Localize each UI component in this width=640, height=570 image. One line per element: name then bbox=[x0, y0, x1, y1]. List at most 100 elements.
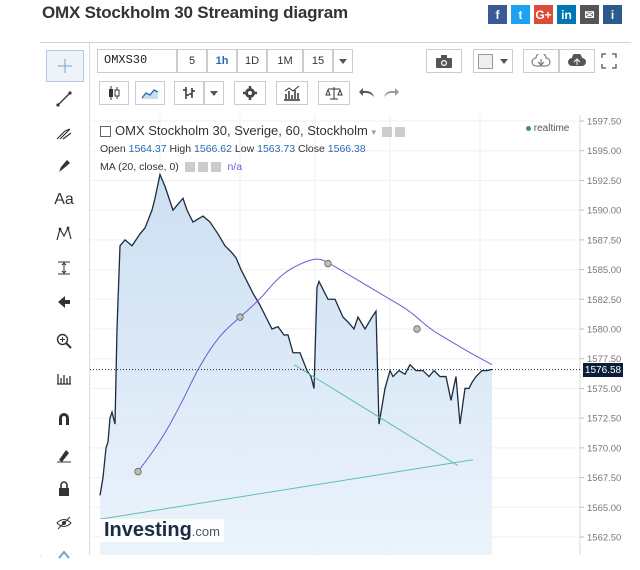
undo-icon bbox=[359, 88, 374, 97]
open-value: 1564.37 bbox=[128, 143, 167, 155]
ma-remove-icon[interactable] bbox=[197, 162, 208, 173]
zoom-in-icon[interactable] bbox=[46, 326, 82, 356]
realtime-dot-icon bbox=[526, 125, 531, 131]
snapshot-button[interactable] bbox=[426, 49, 462, 73]
low-value: 1563.73 bbox=[257, 143, 296, 155]
social-share-bar: f t G+ in ✉ i bbox=[488, 5, 622, 24]
color-picker-button[interactable] bbox=[473, 49, 513, 73]
measure-tool-icon[interactable] bbox=[46, 253, 82, 283]
indicators-icon bbox=[284, 85, 300, 101]
text-tool-icon[interactable]: Aa bbox=[46, 185, 82, 215]
realtime-indicator: realtime bbox=[526, 123, 569, 134]
price-tick-label: 1595.00 bbox=[587, 146, 621, 157]
price-tick-label: 1567.50 bbox=[587, 473, 621, 484]
fullscreen-icon bbox=[601, 53, 617, 69]
chevron-down-icon bbox=[210, 90, 218, 96]
ma-settings-icon[interactable] bbox=[184, 162, 195, 173]
price-tick-label: 1575.00 bbox=[587, 384, 621, 395]
interval-button-1d[interactable]: 1D bbox=[237, 49, 267, 73]
gear-icon bbox=[243, 86, 257, 100]
fullscreen-button[interactable] bbox=[595, 49, 623, 73]
brush-tool-icon[interactable] bbox=[46, 151, 82, 181]
linkedin-icon[interactable]: in bbox=[557, 5, 576, 24]
redo-button[interactable] bbox=[380, 81, 402, 105]
close-label: Close bbox=[298, 143, 325, 155]
price-chart[interactable]: 1597.50 1595.00 1592.50 1590.00 1587.50 1585.… bbox=[90, 115, 630, 555]
price-area-fill bbox=[100, 174, 492, 555]
measure-ruler-icon[interactable] bbox=[46, 363, 82, 393]
info-icon[interactable]: i bbox=[603, 5, 622, 24]
interval-dropdown-button[interactable] bbox=[333, 49, 353, 73]
google-plus-icon[interactable]: G+ bbox=[534, 5, 553, 24]
last-price-tag: 1576.58 bbox=[583, 363, 623, 377]
indicators-button[interactable] bbox=[276, 81, 308, 105]
high-label: High bbox=[169, 143, 192, 155]
ohlc-bars-icon bbox=[183, 87, 195, 99]
brand-name: Investing bbox=[104, 519, 192, 541]
stay-in-drawing-icon[interactable] bbox=[46, 440, 82, 470]
low-label: Low bbox=[234, 143, 255, 155]
chevron-down-icon bbox=[500, 58, 509, 64]
chart-style-dropdown[interactable] bbox=[204, 81, 224, 105]
email-icon[interactable]: ✉ bbox=[580, 5, 599, 24]
interval-button-1h[interactable]: 1h bbox=[207, 49, 237, 73]
legend-settings-icon[interactable] bbox=[381, 126, 392, 137]
redo-icon bbox=[384, 88, 399, 97]
settings-button[interactable] bbox=[234, 81, 266, 105]
price-tick-label: 1580.00 bbox=[587, 325, 621, 336]
high-value: 1566.62 bbox=[194, 143, 232, 155]
drawing-toolbar: Aa bbox=[40, 43, 90, 559]
lock-icon[interactable] bbox=[46, 474, 82, 504]
price-tick-label: 1572.50 bbox=[587, 414, 621, 425]
price-tick-label: 1562.50 bbox=[587, 533, 621, 544]
legend-remove-icon[interactable] bbox=[395, 126, 406, 137]
ma-label: MA (20, close, 0) bbox=[100, 161, 179, 173]
pattern-tool-icon[interactable] bbox=[46, 219, 82, 249]
undo-button[interactable] bbox=[354, 81, 380, 105]
legend-symbol-title: OMX Stockholm 30, Sverige, 60, Stockholm bbox=[115, 123, 368, 138]
twitter-icon[interactable]: t bbox=[511, 5, 530, 24]
interval-button-15[interactable]: 15 bbox=[303, 49, 333, 73]
symbol-input[interactable]: OMXS30 bbox=[97, 49, 177, 73]
magnet-icon[interactable] bbox=[46, 404, 82, 434]
crosshair-tool-icon[interactable] bbox=[46, 50, 84, 82]
arrow-left-icon[interactable] bbox=[46, 287, 82, 317]
area-style-button[interactable] bbox=[135, 81, 165, 105]
price-tick-label: 1592.50 bbox=[587, 176, 621, 187]
collapse-legend-icon[interactable] bbox=[100, 126, 111, 138]
ma-anchor-point bbox=[236, 313, 244, 321]
trendline-tool-icon[interactable] bbox=[46, 84, 82, 114]
remove-drawings-icon[interactable] bbox=[46, 540, 82, 570]
ma-anchor-point bbox=[413, 325, 421, 333]
price-tick-label: 1597.50 bbox=[587, 117, 621, 128]
ohlc-values: Open 1564.37 High 1566.62 Low 1563.73 Cl… bbox=[100, 143, 366, 155]
chart-toolbar: OMXS30 5 1h 1D 1M 15 bbox=[90, 43, 630, 115]
price-tick-label: 1590.00 bbox=[587, 206, 621, 217]
color-swatch-icon bbox=[477, 53, 493, 69]
cloud-save-button[interactable] bbox=[559, 49, 595, 73]
ma-indicator-legend: MA (20, close, 0) n/a bbox=[100, 161, 242, 173]
chart-legend-title: OMX Stockholm 30, Sverige, 60, Stockholm… bbox=[100, 123, 406, 138]
legend-dropdown-icon[interactable]: ▾ bbox=[372, 127, 377, 137]
brand-suffix: .com bbox=[191, 524, 220, 539]
ma-value: n/a bbox=[227, 161, 243, 173]
pitchfork-tool-icon[interactable] bbox=[46, 117, 82, 147]
candles-style-button[interactable] bbox=[99, 81, 129, 105]
interval-button-1m[interactable]: 1M bbox=[267, 49, 303, 73]
price-tick-label: 1570.00 bbox=[587, 443, 621, 454]
scale-icon bbox=[325, 87, 343, 100]
price-tick-label: 1582.50 bbox=[587, 295, 621, 306]
cloud-load-button[interactable] bbox=[523, 49, 559, 73]
open-label: Open bbox=[100, 143, 126, 155]
facebook-icon[interactable]: f bbox=[488, 5, 507, 24]
interval-button-5[interactable]: 5 bbox=[177, 49, 207, 73]
compare-button[interactable] bbox=[318, 81, 350, 105]
ohlc-bar-style-button[interactable] bbox=[174, 81, 204, 105]
cloud-upload-icon bbox=[568, 54, 586, 66]
camera-icon bbox=[436, 54, 452, 68]
investing-logo: Investing.com bbox=[100, 519, 224, 542]
area-chart-icon bbox=[141, 89, 159, 99]
hide-drawings-icon[interactable] bbox=[46, 508, 82, 538]
price-tick-label: 1587.50 bbox=[587, 235, 621, 246]
ma-format-icon[interactable] bbox=[210, 162, 221, 173]
